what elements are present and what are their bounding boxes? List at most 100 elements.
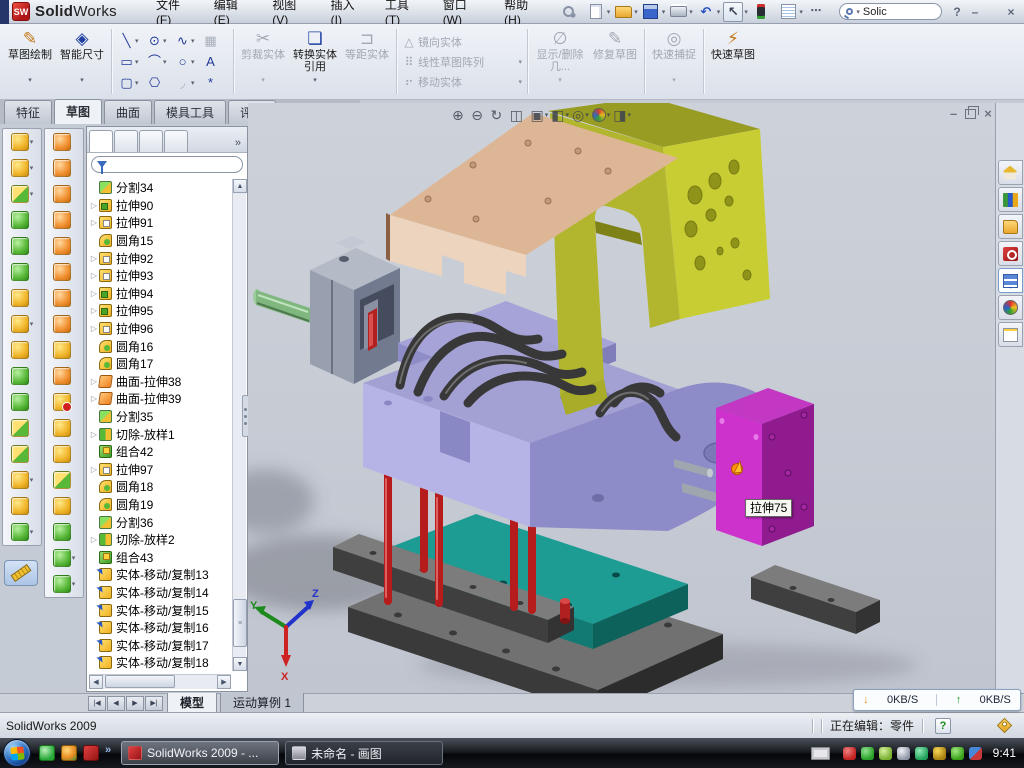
volume-icon[interactable] bbox=[897, 747, 910, 760]
chevron-down-icon[interactable]: ▾ bbox=[585, 111, 589, 119]
text-tool[interactable]: A▾ bbox=[201, 52, 228, 71]
chevron-down-icon[interactable]: ▾ bbox=[30, 164, 34, 172]
chevron-down-icon[interactable]: ▾ bbox=[163, 58, 171, 66]
chevron-down-icon[interactable]: ▾ bbox=[28, 76, 32, 84]
tree-horizontal-scrollbar[interactable]: ◀ ▶ bbox=[89, 674, 231, 689]
curve-through-points-tool[interactable]: ▾ bbox=[53, 575, 76, 593]
rectangle-tool[interactable]: ▭▾ bbox=[117, 52, 144, 71]
select-icon[interactable]: ↖ bbox=[723, 2, 743, 22]
chevron-down-icon[interactable]: ▾ bbox=[313, 76, 317, 84]
chevron-down-icon[interactable]: ▾ bbox=[30, 320, 34, 328]
chevron-down-icon[interactable]: ▾ bbox=[30, 528, 34, 536]
move-copy-body-tool[interactable]: ▾ bbox=[11, 445, 34, 463]
chevron-down-icon[interactable]: ▾ bbox=[634, 8, 638, 16]
section-view-icon[interactable]: ◫ ▾ bbox=[510, 105, 528, 125]
selection-box-tool[interactable]: ▦▾ bbox=[201, 31, 228, 50]
rotate-view-icon[interactable]: ↻ ▾ bbox=[491, 105, 507, 125]
taskbar-clock[interactable]: 9:41 bbox=[993, 746, 1016, 760]
view-orientation-icon[interactable]: ▣ ▾ bbox=[531, 105, 549, 125]
tree-item[interactable]: ▷ 分割35 bbox=[89, 408, 231, 426]
convert-entities-button[interactable]: ❏ 转换实体引用 ▾ bbox=[289, 26, 341, 97]
chevron-down-icon[interactable]: ▾ bbox=[565, 111, 569, 119]
taskbar-window-button[interactable]: 未命名 - 画图 bbox=[285, 741, 443, 765]
delete-face-tool[interactable]: ▾ bbox=[53, 393, 76, 411]
line-tool[interactable]: ╲▾ bbox=[117, 31, 144, 50]
expand-arrow-icon[interactable]: ▷ bbox=[89, 535, 99, 544]
lofted-surface-tool[interactable]: ▾ bbox=[53, 211, 76, 229]
swept-boss-tool[interactable]: ▾ bbox=[11, 211, 34, 229]
arc-tool[interactable]: ⌒▾ bbox=[145, 52, 172, 71]
zoom-to-fit-icon[interactable]: ⊕ ▾ bbox=[452, 105, 468, 125]
last-tab-button[interactable]: ▶| bbox=[145, 696, 163, 711]
pin-icon[interactable] bbox=[558, 2, 578, 22]
document-tab[interactable]: 模型 bbox=[167, 693, 217, 714]
command-tab[interactable]: 草图 bbox=[54, 99, 102, 124]
locating-pin-body[interactable] bbox=[560, 598, 570, 624]
revolved-surface-tool[interactable]: ▾ bbox=[53, 159, 76, 177]
offset-surface-tool[interactable]: ▾ bbox=[53, 263, 76, 281]
expand-arrow-icon[interactable]: ▷ bbox=[89, 218, 99, 227]
graphics-viewport[interactable]: Y Z X 拉伸75 bbox=[248, 103, 995, 693]
shell-tool[interactable]: ▾ bbox=[11, 263, 34, 281]
tree-item[interactable]: ▷ 圆角18 bbox=[89, 478, 231, 496]
chevron-down-icon[interactable]: ▾ bbox=[191, 58, 199, 66]
options-icon[interactable] bbox=[778, 2, 798, 22]
propertymanager-tab[interactable] bbox=[114, 130, 138, 152]
tag-icon[interactable] bbox=[997, 718, 1013, 734]
tree-item[interactable]: ▷ 拉伸97 bbox=[89, 461, 231, 479]
apply-scene-icon[interactable]: ◨ ▾ bbox=[613, 105, 631, 125]
chevron-down-icon[interactable]: ▾ bbox=[72, 554, 76, 562]
tree-item[interactable]: ▷ 分割34 bbox=[89, 179, 231, 197]
start-button[interactable] bbox=[3, 739, 31, 767]
chevron-down-icon[interactable]: ▾ bbox=[689, 8, 693, 16]
tree-item[interactable]: ▷ 圆角15 bbox=[89, 232, 231, 250]
hide-show-items-icon[interactable]: ◎ ▾ bbox=[572, 105, 589, 125]
slider-block-body[interactable] bbox=[716, 388, 814, 546]
usb-device-icon[interactable] bbox=[915, 747, 928, 760]
quick-tips-button[interactable]: ? bbox=[935, 718, 951, 734]
chevron-down-icon[interactable]: ▾ bbox=[30, 476, 34, 484]
document-tab[interactable]: 运动算例 1 bbox=[220, 693, 304, 714]
3d-model[interactable]: Y Z X bbox=[248, 103, 995, 693]
extruded-surface-tool[interactable]: ▾ bbox=[53, 133, 76, 151]
new-document-icon[interactable] bbox=[586, 2, 606, 22]
messenger-icon[interactable] bbox=[39, 745, 55, 761]
extend-surface-tool[interactable]: ▾ bbox=[53, 315, 76, 333]
tree-item[interactable]: ▷ 实体-移动/复制16 bbox=[89, 619, 231, 637]
next-tab-button[interactable]: ▶ bbox=[126, 696, 144, 711]
tree-item[interactable]: ▷ 切除-放样1 bbox=[89, 425, 231, 443]
system-update-icon[interactable] bbox=[879, 747, 892, 760]
view-palette-tab[interactable] bbox=[998, 268, 1023, 293]
chevron-down-icon[interactable]: ▾ bbox=[607, 8, 611, 16]
mirror-bodies-tool[interactable]: ▾ bbox=[11, 367, 34, 385]
security-shield-icon[interactable] bbox=[861, 747, 874, 760]
expand-arrow-icon[interactable]: ▷ bbox=[89, 201, 99, 210]
ejector-rod-body[interactable] bbox=[253, 289, 310, 323]
first-tab-button[interactable]: |◀ bbox=[88, 696, 106, 711]
tree-item[interactable]: ▷ 圆角16 bbox=[89, 337, 231, 355]
ellipse-tool[interactable]: ○▾ bbox=[173, 52, 200, 71]
fillet-tool[interactable]: ▾ bbox=[11, 185, 34, 203]
tree-filter-input[interactable] bbox=[91, 156, 243, 173]
expand-arrow-icon[interactable]: ▷ bbox=[89, 306, 99, 315]
tree-item[interactable]: ▷ 拉伸95 bbox=[89, 302, 231, 320]
restore-icon[interactable] bbox=[984, 3, 1002, 21]
command-tab[interactable]: 模具工具 bbox=[154, 100, 226, 124]
boundary-surface-tool[interactable]: ▾ bbox=[53, 237, 76, 255]
rapid-sketch-button[interactable]: ⚡ 快速草图 bbox=[707, 26, 759, 97]
doc-close-icon[interactable]: × bbox=[984, 106, 992, 122]
safety-suite-icon[interactable] bbox=[61, 745, 77, 761]
tree-item[interactable]: ▷ 曲面-拉伸39 bbox=[89, 390, 231, 408]
expand-arrow-icon[interactable]: ▷ bbox=[89, 465, 99, 474]
tree-item[interactable]: ▷ 切除-放样2 bbox=[89, 531, 231, 549]
manager-tabs-overflow-button[interactable]: » bbox=[235, 137, 245, 152]
freeform-tool[interactable]: ▾ bbox=[53, 549, 76, 567]
delete-body-tool[interactable]: ▾ bbox=[11, 497, 34, 515]
input-method-keyboard-icon[interactable] bbox=[811, 747, 830, 760]
circle-tool[interactable]: ⊙▾ bbox=[145, 31, 172, 50]
chevron-down-icon[interactable]: ▾ bbox=[744, 8, 748, 16]
filled-surface-tool[interactable]: ▾ bbox=[53, 523, 76, 541]
chevron-down-icon[interactable]: ▾ bbox=[717, 8, 721, 16]
knit-surface-tool[interactable]: ▾ bbox=[53, 497, 76, 515]
right-rail-body[interactable] bbox=[751, 565, 880, 634]
